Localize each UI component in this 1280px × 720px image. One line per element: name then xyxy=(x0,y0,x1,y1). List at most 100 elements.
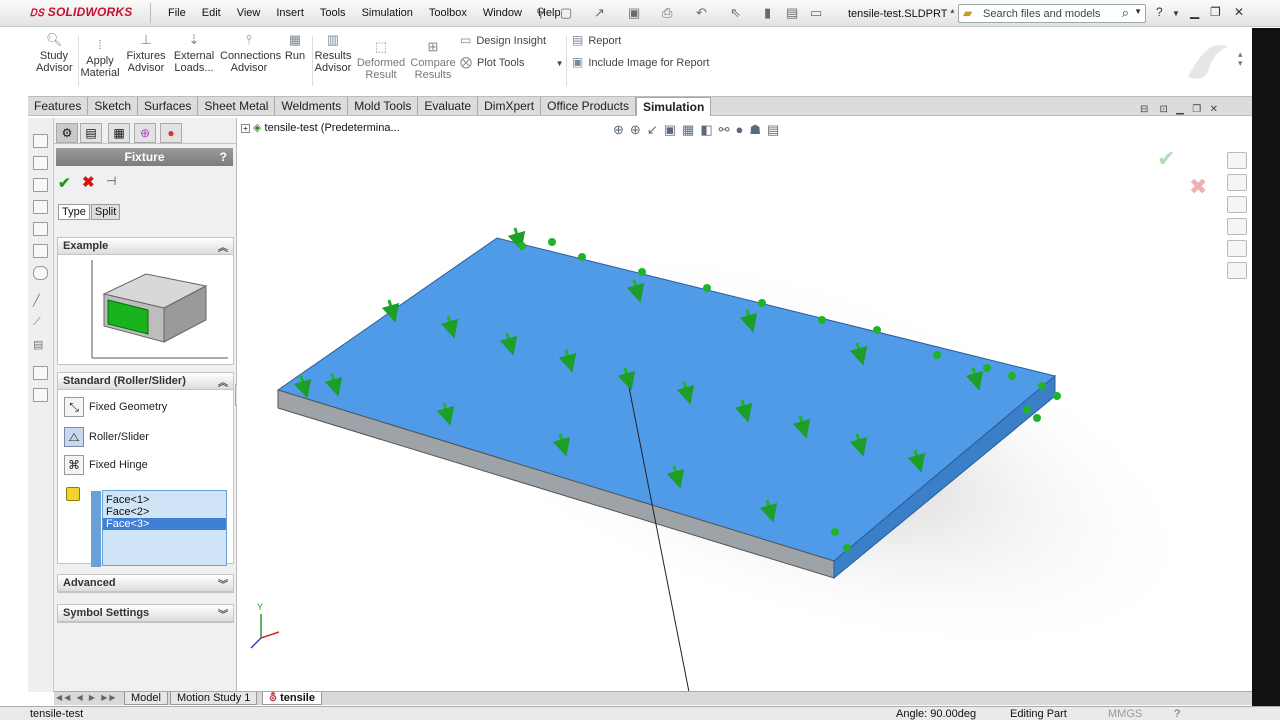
menu-file[interactable]: File xyxy=(160,7,194,19)
roller-slider-option[interactable]: ⧍ Roller/Slider xyxy=(64,427,149,447)
chevron-down-icon[interactable]: ▼ xyxy=(1134,7,1142,16)
menu-insert[interactable]: Insert xyxy=(268,7,312,19)
dimxpert-tab-icon[interactable]: ⊕ xyxy=(134,123,156,143)
tab-motion-study[interactable]: Motion Study 1 xyxy=(170,692,258,705)
tab-office-products[interactable]: Office Products xyxy=(541,97,636,115)
deformed-result-button[interactable]: ⬚ Deformed Result xyxy=(356,40,406,82)
expand-icon[interactable]: ︾ xyxy=(218,606,228,621)
view-bottom-icon[interactable] xyxy=(33,244,48,258)
tile-icon[interactable]: ⊟ xyxy=(1140,104,1148,115)
plot-tools-dropdown-icon[interactable]: ▼ xyxy=(556,59,564,68)
apply-material-button[interactable]: ⦙ Apply Material xyxy=(80,38,120,80)
help-status-icon[interactable]: ? xyxy=(1174,708,1180,720)
study-advisor-button[interactable]: 🔍︎ Study Advisor xyxy=(36,33,73,75)
menu-view[interactable]: View xyxy=(229,7,269,19)
appearances-icon[interactable] xyxy=(1227,240,1247,257)
new-document-icon[interactable]: ▢ xyxy=(560,5,572,21)
custom-properties-icon[interactable] xyxy=(1227,262,1247,279)
search-input[interactable]: ▰ Search files and models ⌕ ▼ xyxy=(958,4,1146,23)
tab-tensile-study[interactable]: ⛢ tensile xyxy=(262,692,322,705)
example-header[interactable]: Example ︽ xyxy=(58,238,233,255)
design-insight-button[interactable]: ▭ Design Insight xyxy=(460,33,546,47)
tab-navigation-icons[interactable]: ◀◀ ◀ ▶ ▶▶ xyxy=(56,693,118,702)
minimize-icon[interactable]: ▁ xyxy=(1190,5,1199,19)
view-right-icon[interactable] xyxy=(33,200,48,214)
help-dropdown-icon[interactable]: ▼ xyxy=(1172,9,1180,18)
search-icon[interactable]: ⌕ xyxy=(1122,5,1129,21)
collapse-icon[interactable]: ︽ xyxy=(218,239,228,254)
external-loads-button[interactable]: ⇣ External Loads... xyxy=(170,33,218,75)
graphics-area[interactable]: + ◈ tensile-test (Predetermina... ⊕⊕↙▣▦◧⚯… xyxy=(237,118,1252,692)
command-manager-expand-icon[interactable]: ▴ ▾ xyxy=(1238,50,1243,68)
tab-features[interactable]: Features xyxy=(28,97,89,115)
view-back-icon[interactable] xyxy=(33,222,48,236)
list-item[interactable]: Face<3> xyxy=(103,518,226,530)
vp-close-icon[interactable]: ✕ xyxy=(1210,104,1218,115)
tab-surfaces[interactable]: Surfaces xyxy=(138,97,199,115)
tab-evaluate[interactable]: Evaluate xyxy=(418,97,479,115)
feature-manager-tab-icon[interactable]: ⚙ xyxy=(56,123,78,143)
fixed-hinge-option[interactable]: ⌘ Fixed Hinge xyxy=(64,455,148,475)
tab-weldments[interactable]: Weldments xyxy=(275,97,349,115)
tab-sheet-metal[interactable]: Sheet Metal xyxy=(198,97,276,115)
property-manager-tab-icon[interactable]: ▤ xyxy=(80,123,102,143)
view-front-icon[interactable] xyxy=(33,156,48,170)
open-icon[interactable]: ↗ xyxy=(594,5,605,21)
pushpin-icon[interactable]: ⊣ xyxy=(106,174,116,188)
layer2-icon[interactable] xyxy=(33,388,48,402)
solidworks-logo[interactable]: ᎠՏ SOLIDWORKS xyxy=(30,5,132,19)
file-properties-icon[interactable]: ▤ xyxy=(786,5,798,21)
help-icon[interactable]: ? xyxy=(1156,5,1163,19)
view-cube-icon[interactable] xyxy=(33,134,48,148)
menu-simulation[interactable]: Simulation xyxy=(354,7,421,19)
layer-icon[interactable] xyxy=(33,366,48,380)
ok-check-icon[interactable]: ✔ xyxy=(58,174,71,192)
tile2-icon[interactable]: ⊡ xyxy=(1160,104,1168,115)
display-manager-tab-icon[interactable]: ● xyxy=(160,123,182,143)
home-icon[interactable] xyxy=(1227,152,1247,169)
design-library-icon[interactable] xyxy=(1227,196,1247,213)
tab-mold-tools[interactable]: Mold Tools xyxy=(348,97,419,115)
undo-icon[interactable]: ↶ xyxy=(696,5,707,21)
model-view[interactable]: Y xyxy=(237,118,1252,692)
advanced-header[interactable]: Advanced ︾ xyxy=(58,575,233,592)
restore-icon[interactable]: ❐ xyxy=(1210,5,1221,19)
print-icon[interactable]: ⎙ xyxy=(662,5,672,21)
menu-toolbox[interactable]: Toolbox xyxy=(421,7,475,19)
tab-type[interactable]: Type xyxy=(58,204,90,220)
smart-dim-icon[interactable]: ⟋ xyxy=(33,316,48,330)
vp-minimize-icon[interactable]: ▁ xyxy=(1176,104,1184,115)
save-icon[interactable]: ▣ xyxy=(628,5,640,21)
menu-edit[interactable]: Edit xyxy=(194,7,229,19)
results-advisor-button[interactable]: ▥ Results Advisor xyxy=(314,33,352,75)
pin-icon[interactable]: ⚲ xyxy=(536,5,546,21)
connections-advisor-button[interactable]: ⫯ Connections Advisor xyxy=(220,33,281,75)
expand-icon[interactable]: ︾ xyxy=(218,576,228,591)
plot-tools-button[interactable]: ⨂ Plot Tools ▼ xyxy=(460,55,563,69)
compare-results-button[interactable]: ⊞ Compare Results xyxy=(410,40,456,82)
status-units[interactable]: MMGS xyxy=(1108,708,1142,720)
list-item[interactable]: Face<2> xyxy=(103,506,226,518)
sketch-line-icon[interactable]: ╱ xyxy=(33,294,48,308)
fixed-geometry-option[interactable]: ⤡ Fixed Geometry xyxy=(64,397,167,417)
resources-icon[interactable] xyxy=(1227,174,1247,191)
options-icon[interactable]: ▭ xyxy=(810,5,822,21)
vp-restore-icon[interactable]: ❐ xyxy=(1192,104,1201,115)
menu-tools[interactable]: Tools xyxy=(312,7,354,19)
cancel-x-icon[interactable]: ✖ xyxy=(82,173,95,191)
tab-dimxpert[interactable]: DimXpert xyxy=(478,97,542,115)
fixtures-advisor-button[interactable]: ⊥ Fixtures Advisor xyxy=(124,33,168,75)
file-explorer-icon[interactable] xyxy=(1227,218,1247,235)
face-selection-list[interactable]: Face<1> Face<2> Face<3> xyxy=(91,490,227,567)
configuration-manager-tab-icon[interactable]: ▦ xyxy=(108,123,130,143)
help-icon[interactable]: ? xyxy=(220,148,227,166)
run-button[interactable]: ▦ Run xyxy=(280,33,310,63)
symbol-settings-header[interactable]: Symbol Settings ︾ xyxy=(58,605,233,622)
report-button[interactable]: ▤ Report xyxy=(572,33,621,47)
tab-split[interactable]: Split xyxy=(90,204,121,220)
select-icon[interactable]: ⇖ xyxy=(730,5,741,21)
measure-icon[interactable]: ▤ xyxy=(33,338,48,352)
close-icon[interactable]: ✕ xyxy=(1234,5,1244,19)
tab-simulation[interactable]: Simulation xyxy=(635,97,712,116)
tab-sketch[interactable]: Sketch xyxy=(88,97,139,115)
